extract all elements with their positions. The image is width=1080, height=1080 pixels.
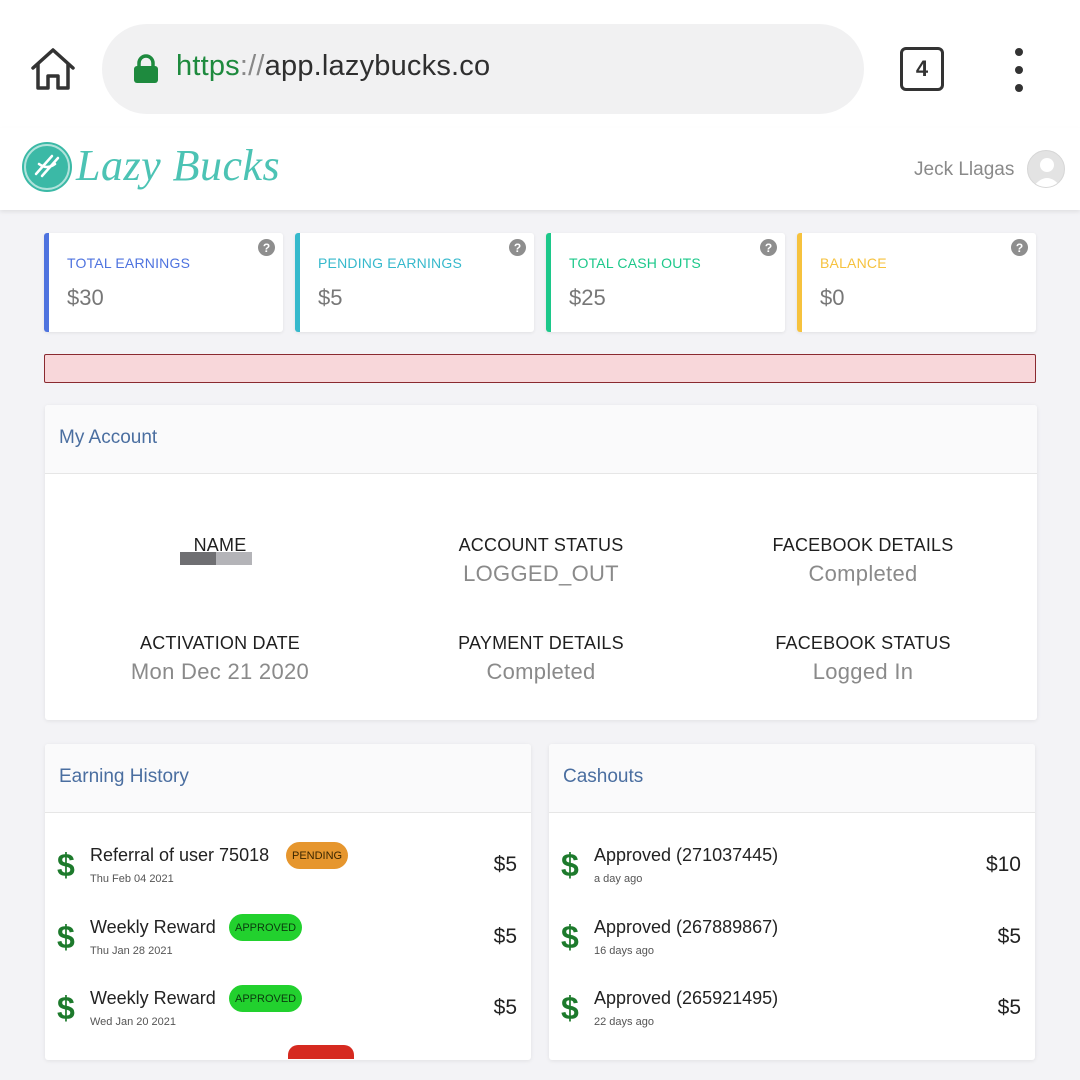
card-accent (44, 233, 49, 332)
account-field-payment-details: PAYMENT DETAILS Completed (401, 633, 681, 685)
cashout-amount: $10 (985, 853, 1021, 876)
dollar-icon: $ (57, 847, 75, 883)
url-scheme: https (176, 50, 240, 82)
list-item[interactable]: $ Approved (267889867) 16 days ago $5 (549, 917, 1035, 977)
home-icon[interactable] (28, 44, 78, 94)
lock-icon (132, 54, 160, 84)
cashout-date: 22 days ago (594, 1016, 654, 1028)
cashout-title: Approved (271037445) (594, 845, 779, 865)
field-label: FACEBOOK DETAILS (772, 535, 954, 555)
list-item[interactable]: $ Weekly Reward APPROVED Thu Jan 28 2021… (45, 914, 531, 977)
field-value: Completed (808, 561, 918, 586)
earning-date: Wed Jan 20 2021 (90, 1016, 177, 1028)
stat-value: $30 (67, 285, 104, 310)
browser-toolbar: https://app.lazybucks.co 4 (0, 0, 1080, 128)
cashouts-panel: Cashouts $ Approved (271037445) a day ag… (549, 744, 1035, 1060)
cashout-amount: $5 (997, 996, 1021, 1019)
field-value: Completed (486, 659, 596, 684)
stat-card-total-cash-outs: TOTAL CASH OUTS $25 ? (546, 233, 785, 332)
stat-value: $5 (318, 285, 343, 310)
dollar-icon: $ (57, 990, 75, 1026)
stat-label: PENDING EARNINGS (318, 255, 462, 271)
earning-title: Referral of user 75018 (90, 845, 270, 865)
list-item[interactable]: $ Approved (265921495) 22 days ago $5 (549, 988, 1035, 1048)
dollar-icon: $ (561, 847, 579, 883)
status-badge: APPROVED (229, 914, 303, 941)
field-label: FACEBOOK STATUS (775, 633, 951, 653)
help-icon[interactable]: ? (1011, 239, 1028, 256)
redacted-name (180, 552, 252, 565)
url-host: app.lazybucks.co (264, 50, 491, 82)
card-accent (295, 233, 300, 332)
overflow-menu-icon[interactable] (1008, 48, 1030, 92)
list-item[interactable]: $ Referral of user 75018 PENDING Thu Feb… (45, 842, 531, 905)
tab-switcher-button[interactable]: 4 (900, 47, 944, 91)
panel-title: Cashouts (549, 744, 1035, 813)
stat-label: TOTAL CASH OUTS (569, 255, 701, 271)
help-icon[interactable]: ? (509, 239, 526, 256)
earning-title: Weekly Reward (90, 917, 216, 937)
account-field-facebook-details: FACEBOOK DETAILS Completed (723, 535, 1003, 587)
account-field-activation-date: ACTIVATION DATE Mon Dec 21 2020 (80, 633, 360, 685)
help-icon[interactable]: ? (258, 239, 275, 256)
list-item[interactable]: $ Weekly Reward APPROVED Wed Jan 20 2021… (45, 985, 531, 1048)
earning-amount: $5 (493, 925, 517, 948)
stat-card-balance: BALANCE $0 ? (797, 233, 1036, 332)
url-separator: :// (239, 50, 265, 82)
earning-history-panel: Earning History $ Referral of user 75018… (45, 744, 531, 1060)
status-badge-partial (288, 1045, 354, 1059)
account-field-facebook-status: FACEBOOK STATUS Logged In (723, 633, 1003, 685)
earning-amount: $5 (493, 853, 517, 876)
address-bar[interactable]: https://app.lazybucks.co (102, 24, 864, 114)
dollar-icon: $ (57, 919, 75, 955)
earning-date: Thu Feb 04 2021 (90, 873, 174, 885)
cashout-title: Approved (265921495) (594, 988, 779, 1008)
stat-label: BALANCE (820, 255, 887, 271)
panel-title: Earning History (45, 744, 531, 813)
stat-label: TOTAL EARNINGS (67, 255, 191, 271)
field-value: LOGGED_OUT (463, 561, 619, 586)
cashout-title: Approved (267889867) (594, 917, 779, 937)
cashout-date: 16 days ago (594, 945, 654, 957)
earning-amount: $5 (493, 996, 517, 1019)
status-badge: APPROVED (229, 985, 303, 1012)
earning-title: Weekly Reward (90, 988, 216, 1008)
stat-value: $25 (569, 285, 606, 310)
tab-count: 4 (915, 56, 929, 81)
card-accent (797, 233, 802, 332)
dollar-icon: $ (561, 919, 579, 955)
logo-icon (22, 142, 72, 192)
brand-name[interactable]: Lazy Bucks (76, 140, 280, 191)
panel-title: My Account (45, 405, 1037, 474)
app-header: Lazy Bucks Jeck Llagas (0, 128, 1080, 210)
stat-card-total-earnings: TOTAL EARNINGS $30 ? (44, 233, 283, 332)
account-field-status: ACCOUNT STATUS LOGGED_OUT (401, 535, 681, 587)
avatar[interactable] (1027, 150, 1065, 188)
field-value: Mon Dec 21 2020 (130, 659, 310, 684)
user-name[interactable]: Jeck Llagas (914, 159, 1014, 181)
field-label: ACTIVATION DATE (139, 633, 300, 653)
status-badge: PENDING (286, 842, 349, 869)
field-label: PAYMENT DETAILS (458, 633, 624, 653)
stat-value: $0 (820, 285, 845, 310)
help-icon[interactable]: ? (760, 239, 777, 256)
url-text: https://app.lazybucks.co (176, 50, 490, 83)
field-value: Logged In (812, 659, 914, 684)
list-item[interactable]: $ Approved (271037445) a day ago $10 (549, 845, 1035, 905)
card-accent (546, 233, 551, 332)
dollar-icon: $ (561, 990, 579, 1026)
field-label: ACCOUNT STATUS (458, 535, 624, 555)
cashout-amount: $5 (997, 925, 1021, 948)
earning-date: Thu Jan 28 2021 (90, 945, 173, 957)
alert-banner (44, 354, 1036, 383)
cashout-date: a day ago (594, 873, 643, 885)
stat-card-pending-earnings: PENDING EARNINGS $5 ? (295, 233, 534, 332)
